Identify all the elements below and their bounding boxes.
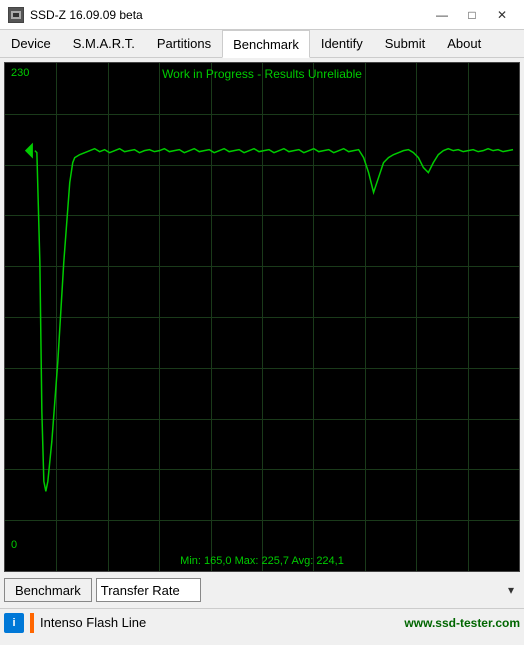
title-bar: SSD-Z 16.09.09 beta — □ ✕	[0, 0, 524, 30]
info-icon: i	[4, 613, 24, 633]
drive-indicator	[30, 613, 34, 633]
status-bar: i Intenso Flash Line www.ssd-tester.com	[0, 608, 524, 636]
benchmark-button[interactable]: Benchmark	[4, 578, 92, 602]
dropdown-wrapper: Transfer Rate Access Time IOPS	[96, 578, 520, 602]
app-title: SSD-Z 16.09.09 beta	[30, 8, 143, 22]
menu-partitions[interactable]: Partitions	[146, 30, 222, 57]
menu-bar: Device S.M.A.R.T. Partitions Benchmark I…	[0, 30, 524, 58]
transfer-type-dropdown[interactable]: Transfer Rate Access Time IOPS	[96, 578, 201, 602]
menu-identify[interactable]: Identify	[310, 30, 374, 57]
menu-benchmark[interactable]: Benchmark	[222, 30, 310, 58]
close-button[interactable]: ✕	[488, 4, 516, 26]
chart-svg	[5, 63, 519, 571]
title-bar-controls: — □ ✕	[428, 4, 516, 26]
benchmark-chart: Work in Progress - Results Unreliable 23…	[4, 62, 520, 572]
main-content: Work in Progress - Results Unreliable 23…	[0, 58, 524, 608]
minimize-button[interactable]: —	[428, 4, 456, 26]
controls-bar: Benchmark Transfer Rate Access Time IOPS	[4, 576, 520, 604]
menu-submit[interactable]: Submit	[374, 30, 436, 57]
chart-title: Work in Progress - Results Unreliable	[5, 67, 519, 81]
menu-smart[interactable]: S.M.A.R.T.	[62, 30, 146, 57]
title-bar-left: SSD-Z 16.09.09 beta	[8, 7, 143, 23]
menu-device[interactable]: Device	[0, 30, 62, 57]
drive-name: Intenso Flash Line	[40, 615, 398, 630]
maximize-button[interactable]: □	[458, 4, 486, 26]
app-icon	[8, 7, 24, 23]
menu-about[interactable]: About	[436, 30, 492, 57]
website-url: www.ssd-tester.com	[404, 616, 520, 630]
